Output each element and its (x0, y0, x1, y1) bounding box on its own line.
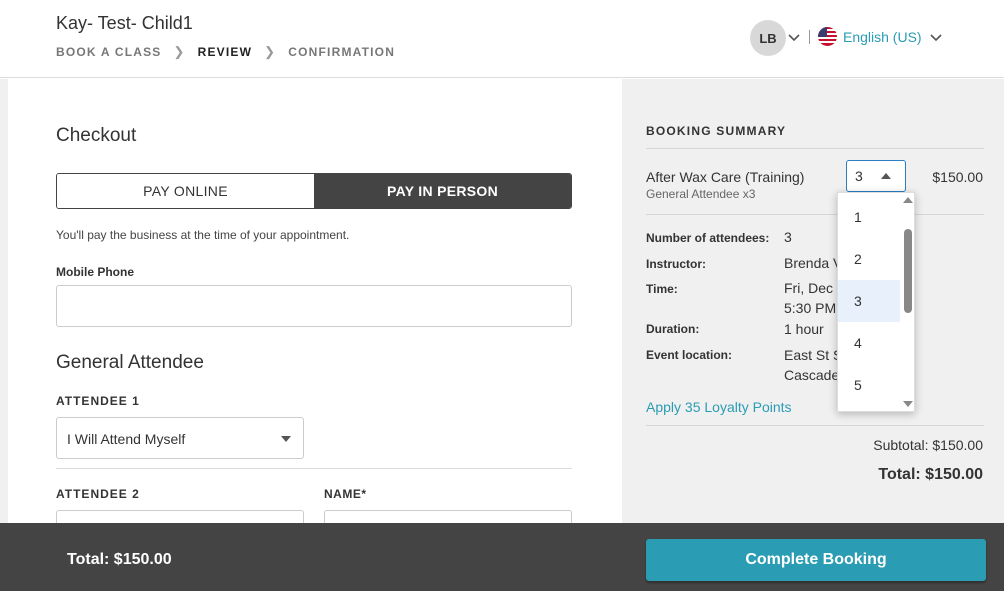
subtotal: Subtotal: $150.00 (873, 437, 983, 453)
breadcrumb-review: REVIEW (197, 45, 253, 59)
quantity-option-4[interactable]: 4 (838, 322, 900, 364)
general-attendee-title: General Attendee (56, 352, 204, 373)
summary-total: Total: $150.00 (878, 466, 983, 483)
service-name: After Wax Care (Training) (646, 169, 805, 185)
divider (646, 148, 984, 149)
scrollbar-thumb[interactable] (904, 229, 912, 313)
pay-note: You'll pay the business at the time of y… (56, 228, 350, 242)
breadcrumb-confirmation: CONFIRMATION (288, 45, 396, 59)
caret-down-icon (281, 436, 291, 442)
attendee-1-value: I Will Attend Myself (67, 431, 186, 447)
divider (646, 214, 984, 215)
quantity-option-2[interactable]: 2 (838, 238, 900, 280)
user-avatar[interactable]: LB (750, 20, 786, 56)
quantity-value: 3 (855, 168, 863, 184)
footer-total: Total: $150.00 (67, 551, 172, 568)
attendees-count-label: Number of attendees: (646, 231, 770, 245)
quantity-option-3[interactable]: 3 (838, 280, 900, 322)
quantity-select[interactable]: 3 (846, 160, 906, 192)
event-location-line2: Cascade (784, 367, 840, 383)
instructor-value: Brenda V (784, 255, 843, 271)
duration-label: Duration: (646, 322, 700, 336)
breadcrumb: BOOK A CLASS ❯ REVIEW ❯ CONFIRMATION (56, 44, 395, 60)
pay-online-button[interactable]: PAY ONLINE (57, 174, 314, 208)
checkout-title: Checkout (56, 125, 137, 146)
attendee-1-label: ATTENDEE 1 (56, 394, 140, 408)
time-label: Time: (646, 282, 678, 296)
language-selector[interactable]: English (US) (843, 29, 922, 45)
mobile-phone-label: Mobile Phone (56, 265, 134, 279)
time-value-date: Fri, Dec (784, 280, 833, 296)
chevron-down-icon[interactable] (788, 34, 800, 42)
header-divider (809, 30, 810, 44)
chevron-right-icon: ❯ (173, 44, 186, 59)
quantity-option-5[interactable]: 5 (838, 364, 900, 406)
top-header: Kay- Test- Child1 BOOK A CLASS ❯ REVIEW … (0, 0, 1004, 78)
quantity-option-1[interactable]: 1 (838, 196, 900, 238)
caret-up-icon (881, 173, 891, 179)
service-price: $150.00 (932, 169, 983, 185)
quantity-dropdown-list: 1 2 3 4 5 (837, 192, 915, 412)
payment-method-toggle: PAY ONLINE PAY IN PERSON (56, 173, 572, 209)
instructor-label: Instructor: (646, 257, 706, 271)
mobile-phone-input[interactable] (56, 285, 572, 327)
footer-bar: Total: $150.00 Complete Booking (0, 523, 1004, 591)
attendees-count-value: 3 (784, 229, 792, 245)
chevron-down-icon[interactable] (930, 34, 942, 42)
time-value-hour: 5:30 PM (784, 300, 837, 316)
apply-loyalty-points-link[interactable]: Apply 35 Loyalty Points (646, 399, 792, 415)
scroll-up-icon[interactable] (903, 197, 913, 203)
attendee-2-label: ATTENDEE 2 (56, 487, 140, 501)
chevron-right-icon: ❯ (264, 44, 277, 59)
pay-in-person-button[interactable]: PAY IN PERSON (314, 174, 571, 208)
attendee-1-select[interactable]: I Will Attend Myself (56, 417, 304, 459)
divider (646, 425, 984, 426)
complete-booking-button[interactable]: Complete Booking (646, 539, 986, 581)
event-location-label: Event location: (646, 348, 733, 362)
duration-value: 1 hour (784, 321, 824, 337)
left-gutter (0, 79, 8, 523)
name-label: NAME* (324, 487, 367, 501)
us-flag-icon (818, 27, 837, 46)
business-name: Kay- Test- Child1 (56, 13, 193, 33)
service-subtitle: General Attendee x3 (646, 187, 756, 201)
event-location-line1: East St S (784, 347, 843, 363)
breadcrumb-book-a-class[interactable]: BOOK A CLASS (56, 45, 162, 59)
divider (56, 468, 572, 469)
booking-summary-title: BOOKING SUMMARY (646, 124, 787, 138)
scroll-down-icon[interactable] (903, 401, 913, 407)
